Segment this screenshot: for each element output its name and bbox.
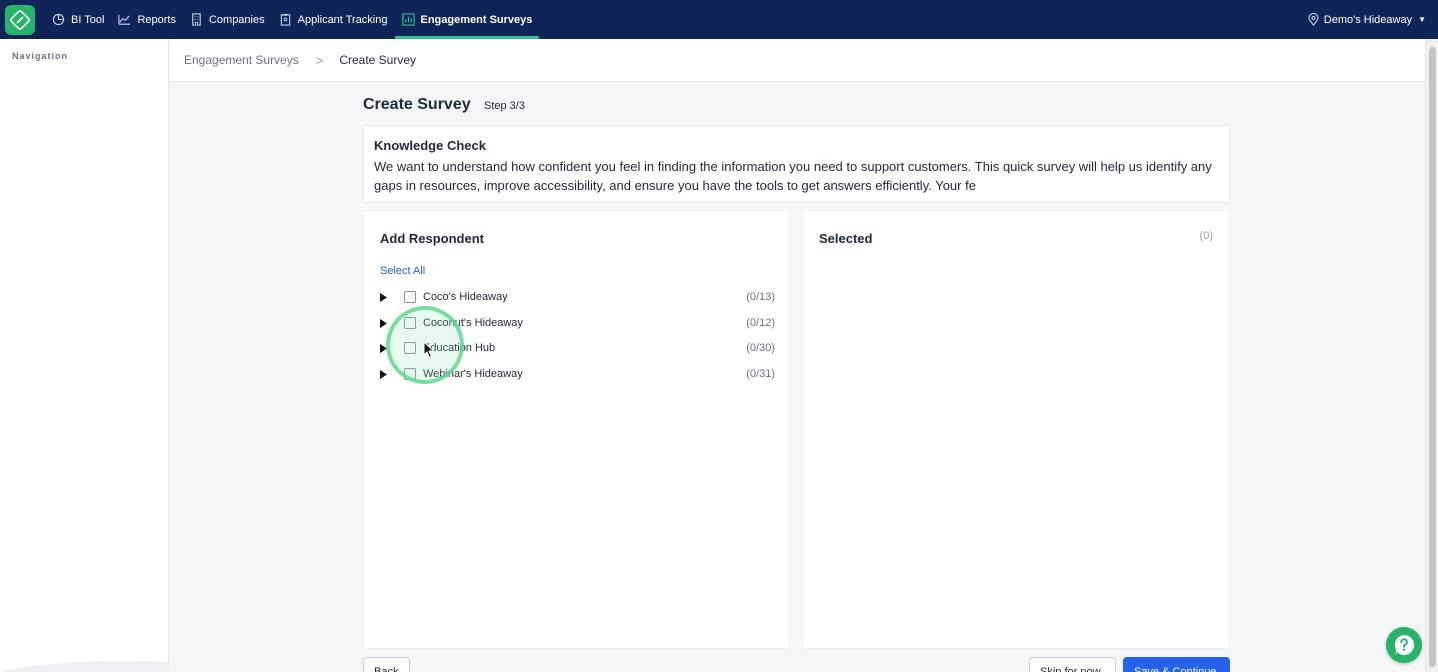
- sidebar-title: Navigation: [12, 51, 69, 61]
- breadcrumb-separator: >: [315, 52, 324, 68]
- map-pin-icon: [1308, 13, 1319, 26]
- main-nav: BI Tool Reports Companies Applicant Trac…: [45, 0, 540, 39]
- skip-button[interactable]: Skip for now: [1029, 657, 1116, 672]
- group-checkbox[interactable]: [404, 317, 416, 329]
- selected-panel: Selected (0): [802, 210, 1230, 649]
- survey-description: We want to understand how confident you …: [374, 159, 1212, 193]
- location-selector[interactable]: Demo's Hideaway ▼: [1308, 0, 1426, 39]
- nav-bi-tool[interactable]: BI Tool: [45, 0, 111, 39]
- help-button[interactable]: [1386, 627, 1422, 663]
- nav-companies[interactable]: Companies: [183, 0, 272, 39]
- nav-label: Reports: [137, 13, 176, 26]
- logo-icon: [10, 9, 30, 30]
- select-all-link[interactable]: Select All: [380, 265, 425, 277]
- clipboard-icon: [280, 13, 290, 26]
- app-logo[interactable]: [5, 4, 35, 35]
- nav-engagement-surveys[interactable]: Engagement Surveys: [394, 0, 540, 39]
- vertical-scrollbar[interactable]: [1425, 39, 1438, 672]
- selected-count: (0): [1199, 230, 1213, 242]
- caret-right-icon[interactable]: [380, 313, 389, 333]
- group-count: (0/13): [746, 291, 775, 303]
- line-chart-icon: [118, 14, 131, 25]
- sidebar: Navigation: [0, 39, 169, 672]
- group-count: (0/31): [746, 368, 775, 380]
- group-count: (0/30): [746, 342, 775, 354]
- breadcrumb: Engagement Surveys > Create Survey: [169, 39, 1425, 82]
- caret-right-icon[interactable]: [380, 364, 389, 384]
- respondent-group-row: Coco's Hideaway (0/13): [380, 287, 775, 307]
- location-label: Demo's Hideaway: [1323, 13, 1413, 26]
- add-respondent-title: Add Respondent: [380, 231, 484, 246]
- building-icon: [192, 13, 201, 26]
- group-name: Coconut's Hideaway: [423, 317, 523, 329]
- step-indicator: Step 3/3: [484, 100, 525, 112]
- help-question-icon: [1394, 634, 1415, 655]
- breadcrumb-engagement-surveys[interactable]: Engagement Surveys: [184, 53, 299, 67]
- group-name: Coco's Hideaway: [423, 291, 508, 303]
- add-respondent-panel: Add Respondent Select All Coco's Hideawa…: [363, 210, 790, 649]
- sidebar-wave-decoration: [0, 661, 169, 672]
- caret-right-icon[interactable]: [380, 287, 389, 307]
- respondent-group-row: Webinar's Hideaway (0/31): [380, 364, 775, 384]
- chevron-down-icon: ▼: [1418, 15, 1426, 24]
- selected-title: Selected: [819, 231, 873, 246]
- group-count: (0/12): [746, 317, 775, 329]
- respondent-group-row: Education Hub (0/30): [380, 338, 775, 358]
- scrollbar-thumb[interactable]: [1429, 47, 1436, 667]
- pie-chart-icon: [52, 13, 65, 26]
- nav-label: BI Tool: [71, 13, 105, 26]
- group-checkbox[interactable]: [404, 368, 416, 380]
- group-name: Education Hub: [423, 342, 496, 354]
- top-navigation-bar: BI Tool Reports Companies Applicant Trac…: [0, 0, 1438, 39]
- group-name: Webinar's Hideaway: [423, 368, 523, 380]
- nav-reports[interactable]: Reports: [111, 0, 183, 39]
- caret-right-icon[interactable]: [380, 338, 389, 358]
- nav-label: Companies: [208, 13, 265, 26]
- nav-label: Applicant Tracking: [297, 13, 388, 26]
- group-checkbox[interactable]: [404, 291, 416, 303]
- nav-label: Engagement Surveys: [420, 13, 533, 26]
- survey-info-card: Knowledge Check We want to understand ho…: [363, 125, 1230, 203]
- group-checkbox[interactable]: [404, 342, 416, 354]
- breadcrumb-current: Create Survey: [339, 53, 417, 67]
- bar-chart-icon: [401, 13, 415, 26]
- survey-name: Knowledge Check: [374, 138, 486, 153]
- respondent-group-row: Coconut's Hideaway (0/12): [380, 313, 775, 333]
- back-button[interactable]: Back: [363, 657, 410, 672]
- save-continue-button[interactable]: Save & Continue: [1123, 657, 1230, 672]
- nav-applicant-tracking[interactable]: Applicant Tracking: [272, 0, 395, 39]
- page-title: Create Survey: [363, 96, 471, 113]
